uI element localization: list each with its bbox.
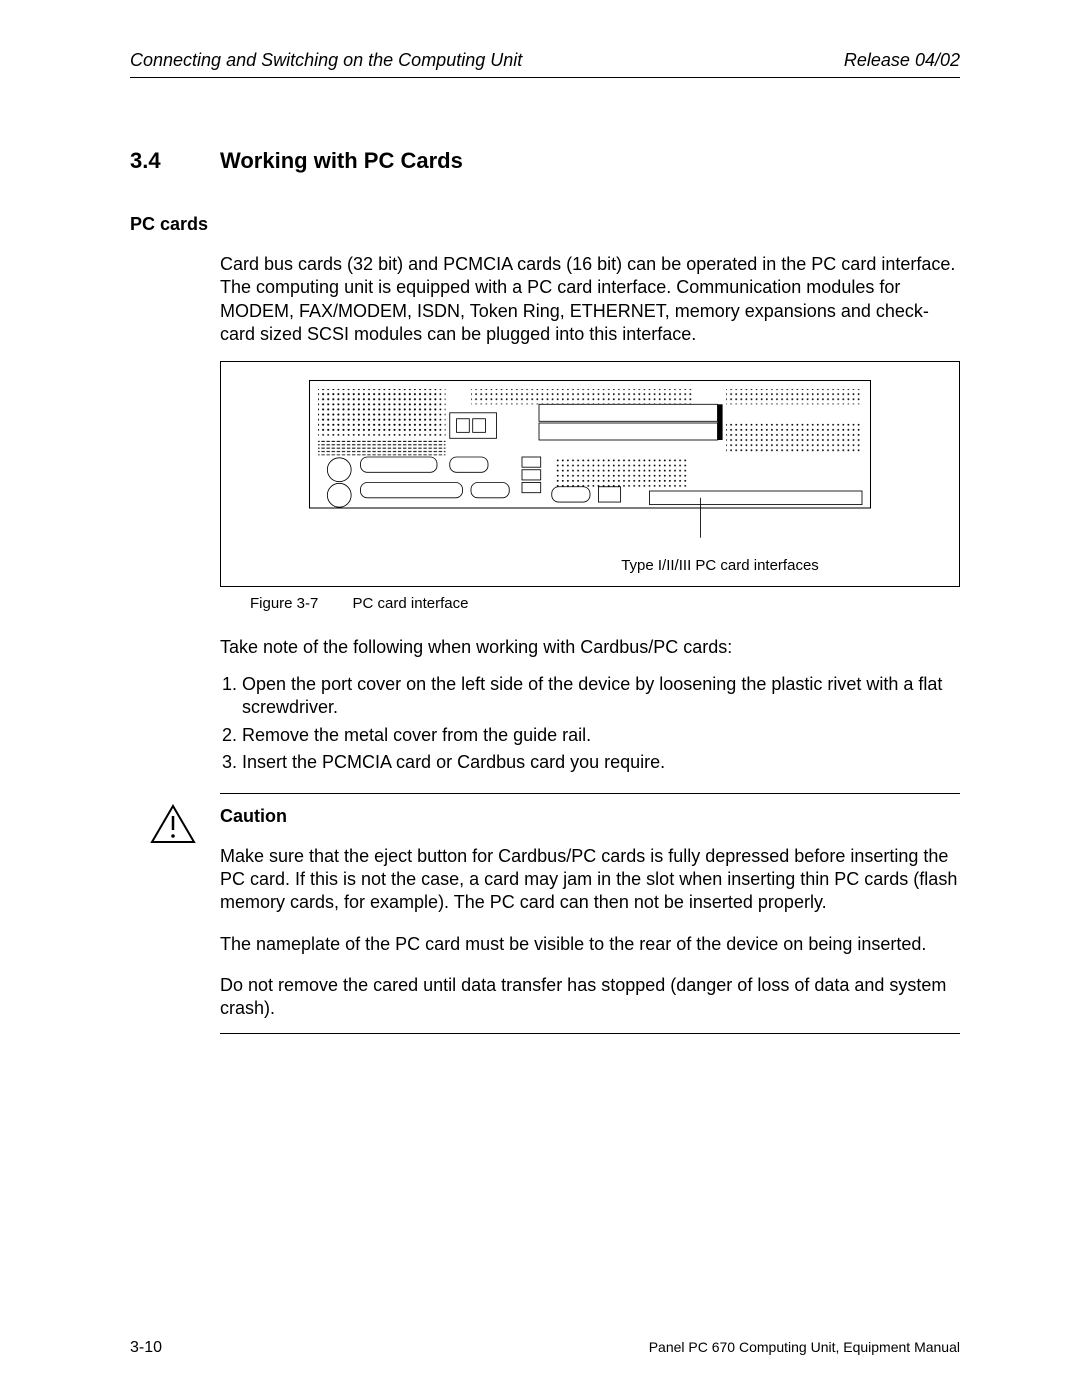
manual-title: Panel PC 670 Computing Unit, Equipment M…: [649, 1339, 960, 1355]
caution-paragraph: Do not remove the cared until data trans…: [220, 974, 960, 1021]
page-footer: 3-10 Panel PC 670 Computing Unit, Equipm…: [130, 1339, 960, 1357]
subheading: PC cards: [130, 214, 960, 235]
caution-triangle-icon: [150, 804, 196, 844]
caution-paragraph: The nameplate of the PC card must be vis…: [220, 933, 960, 956]
figure-pc-card-interface: Type I/II/III PC card interfaces: [220, 361, 960, 587]
header-right: Release 04/02: [844, 50, 960, 71]
figure-caption: Figure 3-7 PC card interface: [250, 595, 960, 612]
list-item: Open the port cover on the left side of …: [242, 673, 960, 720]
page-number: 3-10: [130, 1339, 162, 1357]
page-header: Connecting and Switching on the Computin…: [130, 50, 960, 78]
section-title: Working with PC Cards: [220, 148, 463, 174]
caution-block: Caution Make sure that the eject button …: [220, 793, 960, 1034]
intro-paragraph: Card bus cards (32 bit) and PCMCIA cards…: [220, 253, 960, 347]
caution-paragraph: Make sure that the eject button for Card…: [220, 845, 960, 915]
list-item: Insert the PCMCIA card or Cardbus card y…: [242, 751, 960, 774]
caution-title: Caution: [220, 806, 960, 827]
note-intro: Take note of the following when working …: [220, 636, 960, 659]
steps-list: Open the port cover on the left side of …: [220, 673, 960, 775]
section-heading: 3.4 Working with PC Cards: [130, 148, 960, 174]
header-left: Connecting and Switching on the Computin…: [130, 50, 522, 71]
figure-callout: Type I/II/III PC card interfaces: [231, 557, 949, 574]
figure-caption-text: PC card interface: [353, 595, 469, 612]
section-number: 3.4: [130, 148, 220, 174]
figure-label: Figure 3-7: [250, 595, 318, 612]
list-item: Remove the metal cover from the guide ra…: [242, 724, 960, 747]
rear-panel-diagram-icon: [231, 372, 949, 542]
